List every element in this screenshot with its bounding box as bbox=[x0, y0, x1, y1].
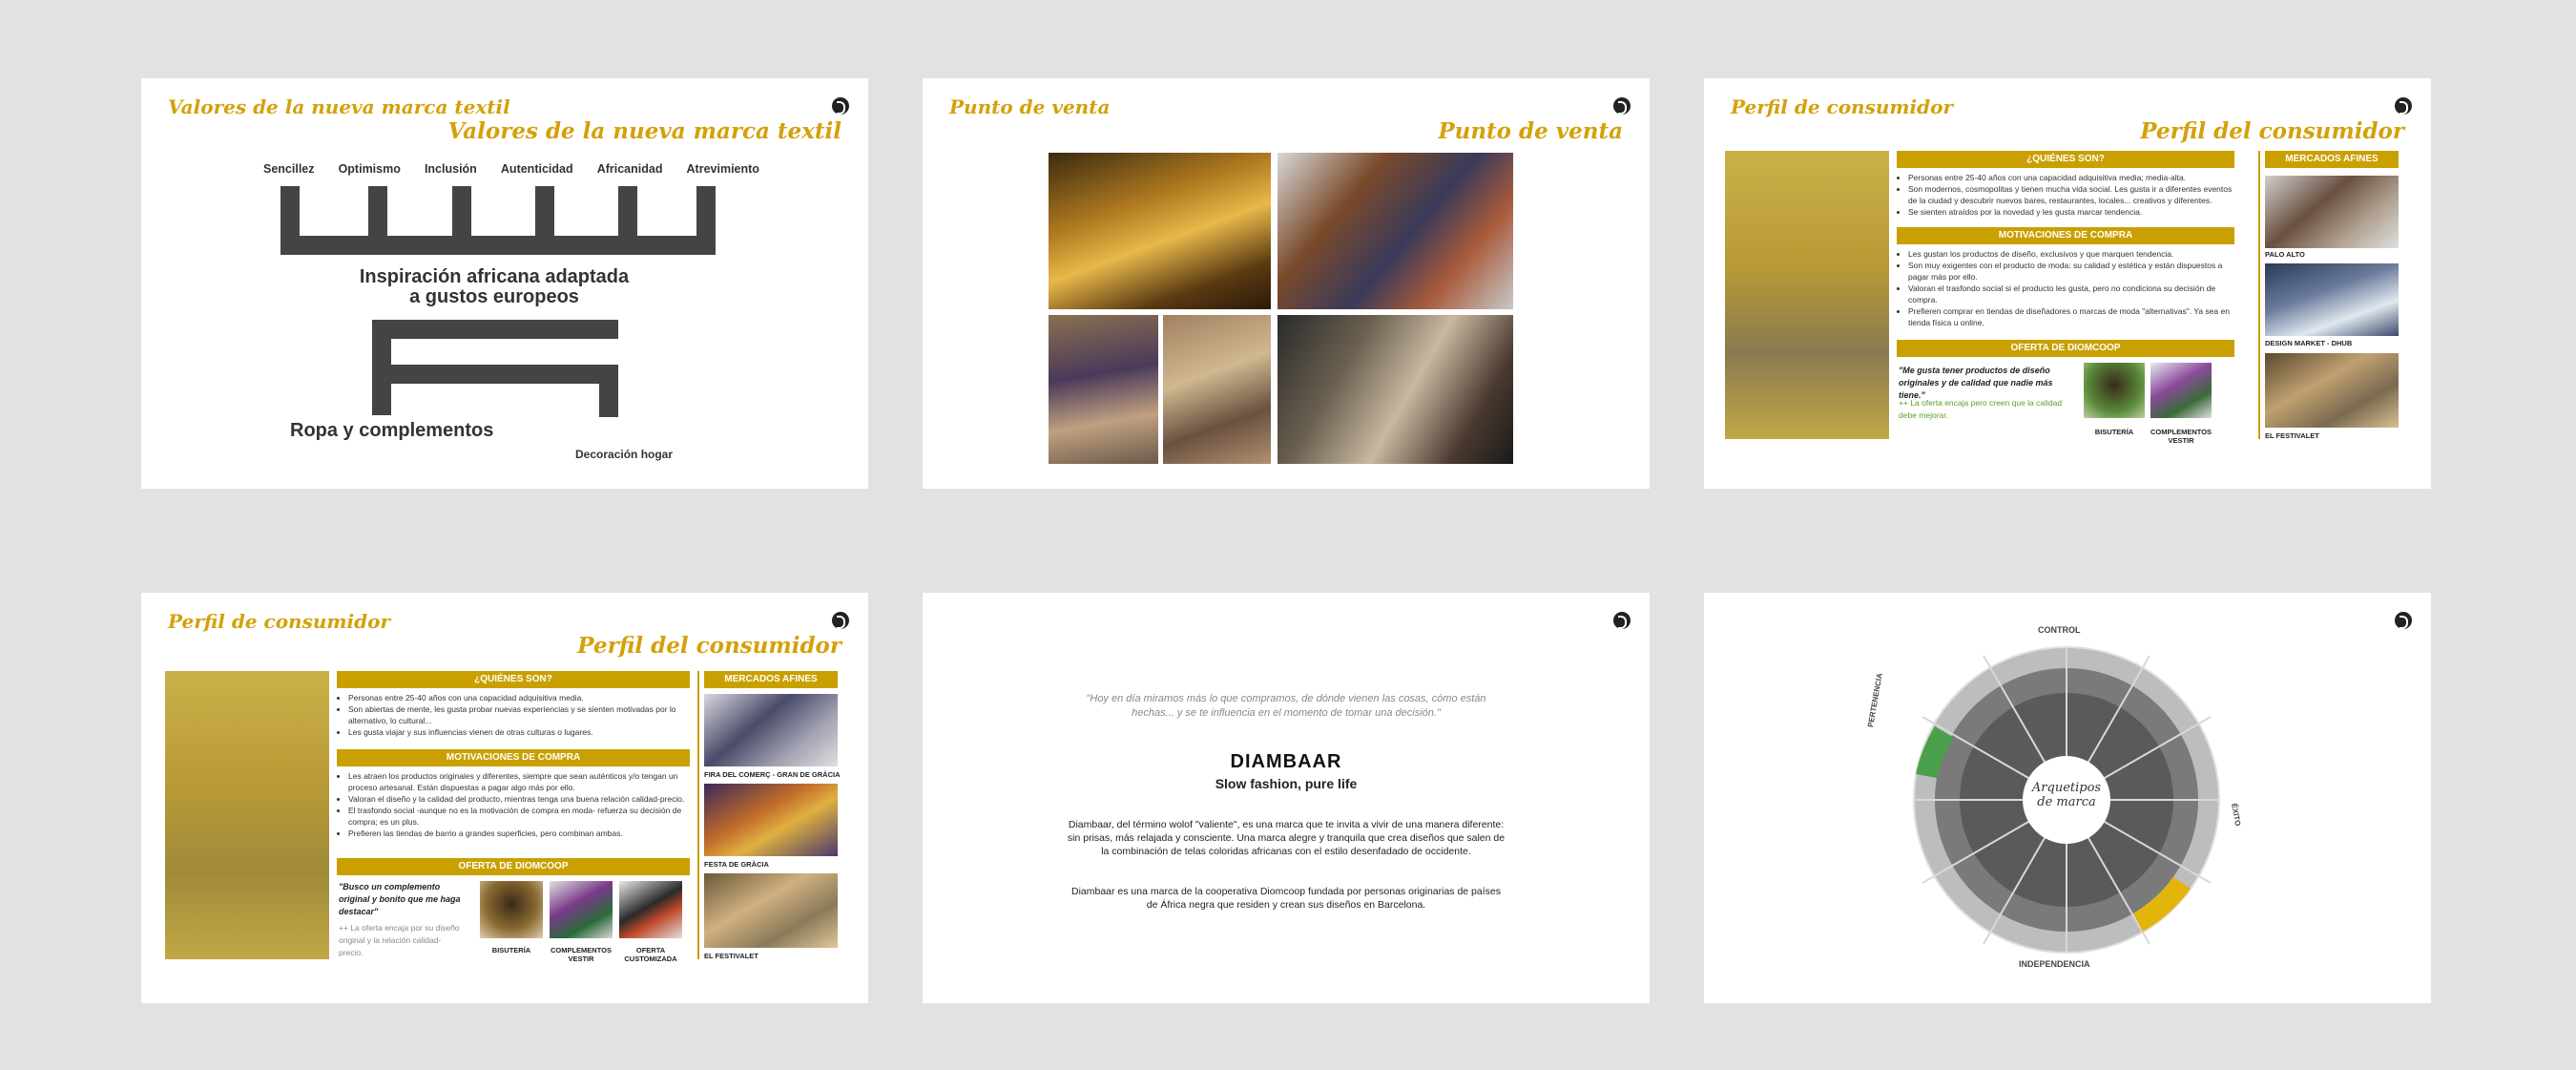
market-display-photo bbox=[1278, 153, 1513, 309]
market-stall-photo bbox=[1049, 153, 1271, 309]
brand-logo-icon bbox=[1613, 612, 1631, 629]
oferta-header: OFERTA DE DIOMCOOP bbox=[337, 858, 690, 875]
shop-interior-photo bbox=[1163, 315, 1271, 464]
slide-title-large: Perfil del consumidor bbox=[577, 633, 841, 659]
product-bisuteria-photo bbox=[2084, 363, 2145, 418]
product-caption: BISUTERÍA bbox=[491, 946, 531, 955]
brand-inspiration-text: Inspiración africana adaptada a gustos e… bbox=[359, 266, 630, 307]
market-crowd-photo bbox=[1278, 315, 1513, 464]
motivaciones-list: Les atraen los productos originales y di… bbox=[337, 770, 690, 839]
value-label: Autenticidad bbox=[500, 162, 573, 176]
slide-perfil-consumidor-2[interactable]: Perfil de consumidor Perfil del consumid… bbox=[141, 593, 868, 1003]
slide-diambaar-brand[interactable]: "Hoy en día miramos más lo que compramos… bbox=[923, 593, 1650, 1003]
product-complementos-photo bbox=[550, 881, 613, 938]
brand-logo-icon bbox=[2395, 97, 2412, 115]
product-caption: COMPLEMENTOS VESTIR bbox=[550, 946, 613, 963]
category-clothing: Ropa y complementos bbox=[290, 420, 494, 441]
product-caption: OFERTA CUSTOMIZADA bbox=[624, 946, 677, 963]
consumer-man-photo bbox=[1725, 151, 1889, 439]
market-caption: FIRA DEL COMERÇ - GRAN DE GRÀCIA bbox=[704, 770, 841, 779]
oferta-note: ++ La oferta encaja pero creen que la ca… bbox=[1899, 398, 2063, 420]
market-caption: DESIGN MARKET - DHUB bbox=[2265, 339, 2353, 347]
brand-logo-icon bbox=[1613, 97, 1631, 115]
value-label: Atrevimiento bbox=[686, 162, 759, 176]
product-customizada-photo bbox=[619, 881, 682, 938]
motivaciones-list: Les gustan los productos de diseño, excl… bbox=[1897, 248, 2234, 328]
clothing-rack-photo bbox=[1049, 315, 1158, 464]
market-caption: FESTA DE GRÀCIA bbox=[704, 860, 769, 869]
slide-title-large: Punto de venta bbox=[1438, 118, 1623, 144]
brand-logo-icon bbox=[832, 97, 849, 115]
oferta-note: ++ La oferta encaja por su diseño origin… bbox=[339, 923, 460, 957]
slide-title-small: Perfil de consumidor bbox=[168, 610, 391, 633]
value-label: Sencillez bbox=[263, 162, 315, 176]
slide-arquetipos[interactable]: Arquetipos de marca CONTROL PERTENENCIA … bbox=[1704, 593, 2431, 1003]
slide-title-small: Valores de la nueva marca textil bbox=[168, 95, 510, 118]
brand-tagline: Slow fashion, pure life bbox=[1215, 776, 1358, 791]
product-caption: BISUTERÍA bbox=[2094, 428, 2134, 436]
product-complementos-photo bbox=[2150, 363, 2212, 418]
wheel-center-title: Arquetipos de marca bbox=[2031, 781, 2102, 809]
slide-punto-venta[interactable]: Punto de venta Punto de venta bbox=[923, 78, 1650, 489]
category-home: Decoración hogar bbox=[575, 448, 674, 461]
market-fira-photo bbox=[704, 694, 838, 766]
market-design-photo bbox=[2265, 263, 2399, 336]
value-label: Inclusión bbox=[424, 162, 477, 176]
slide-title-large: Valores de la nueva marca textil bbox=[447, 118, 841, 144]
mercados-header: MERCADOS AFINES bbox=[704, 671, 838, 688]
market-caption: EL FESTIVALET bbox=[2265, 431, 2319, 440]
brand-name: DIAMBAAR bbox=[1230, 751, 1342, 772]
quienes-list: Personas entre 25-40 años con una capaci… bbox=[337, 692, 690, 738]
market-caption: PALO ALTO bbox=[2265, 250, 2305, 259]
values-row: Sencillez Optimismo Inclusión Autenticid… bbox=[263, 162, 759, 176]
wheel-label-bottom: INDEPENDENCIA bbox=[2019, 959, 2090, 969]
column-divider bbox=[697, 671, 699, 959]
market-festivalet-photo bbox=[2265, 353, 2399, 428]
wheel-label-top: CONTROL bbox=[2038, 625, 2081, 635]
slide-title-small: Punto de venta bbox=[949, 95, 1111, 118]
market-gracia-photo bbox=[704, 784, 838, 856]
slide-title-large: Perfil del consumidor bbox=[2140, 118, 2404, 144]
oferta-header: OFERTA DE DIOMCOOP bbox=[1897, 340, 2234, 357]
slide-title-small: Perfil de consumidor bbox=[1731, 95, 1954, 118]
brand-description: Diambaar, del término wolof "valiente", … bbox=[1067, 819, 1506, 857]
value-label: Africanidad bbox=[596, 162, 663, 176]
column-divider bbox=[2258, 151, 2260, 439]
value-label: Optimismo bbox=[338, 162, 401, 176]
quienes-header: ¿QUIÉNES SON? bbox=[1897, 151, 2234, 168]
consumer-quote: "Busco un complemento original y bonito … bbox=[339, 882, 461, 916]
motivaciones-header: MOTIVACIONES DE COMPRA bbox=[1897, 227, 2234, 244]
mercados-header: MERCADOS AFINES bbox=[2265, 151, 2399, 168]
product-bisuteria-photo bbox=[480, 881, 543, 938]
market-caption: EL FESTIVALET bbox=[704, 952, 758, 960]
brand-quote: "Hoy en día miramos más lo que compramos… bbox=[1086, 693, 1486, 719]
motivaciones-header: MOTIVACIONES DE COMPRA bbox=[337, 749, 690, 766]
quienes-list: Personas entre 25-40 años con una capaci… bbox=[1897, 172, 2234, 218]
quienes-header: ¿QUIÉNES SON? bbox=[337, 671, 690, 688]
brand-logo-icon bbox=[832, 612, 849, 629]
slide-valores-marca[interactable]: Valores de la nueva marca textil Valores… bbox=[141, 78, 868, 489]
product-caption: COMPLEMENTOS VESTIR bbox=[2150, 428, 2212, 445]
market-palo-alto-photo bbox=[2265, 176, 2399, 248]
slide-perfil-consumidor-1[interactable]: Perfil de consumidor Perfil del consumid… bbox=[1704, 78, 2431, 489]
consumer-woman-photo bbox=[165, 671, 329, 959]
market-festivalet-photo bbox=[704, 873, 838, 948]
brand-origin: Diambaar es una marca de la cooperativa … bbox=[1070, 886, 1501, 911]
